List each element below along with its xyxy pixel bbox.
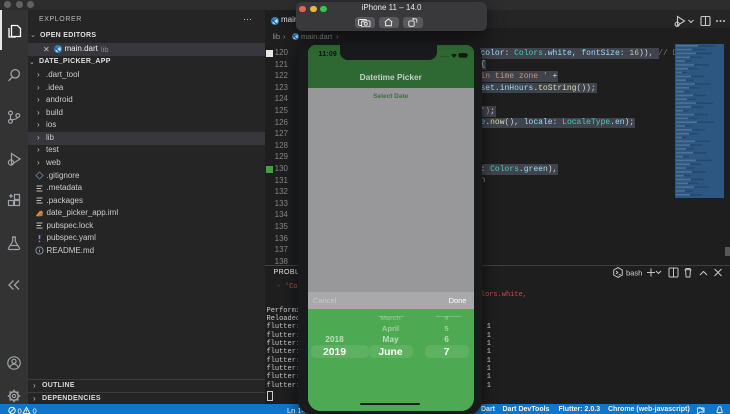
svg-text:bash: bash [626, 268, 642, 277]
svg-text:0: 0 [18, 406, 22, 414]
svg-text:0: 0 [33, 406, 37, 414]
